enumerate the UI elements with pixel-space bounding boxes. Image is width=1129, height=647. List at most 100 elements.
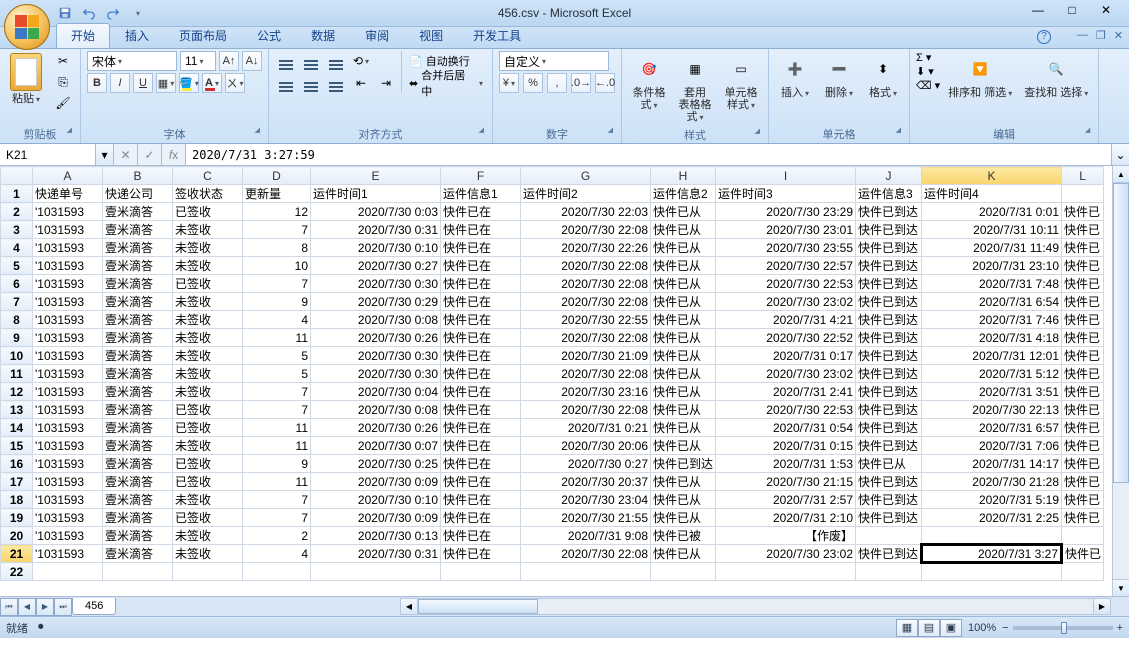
cell[interactable]: 壹米滴答 <box>103 239 173 257</box>
row-header-1[interactable]: 1 <box>1 185 33 203</box>
cell[interactable]: 壹米滴答 <box>103 329 173 347</box>
cell[interactable] <box>33 563 103 581</box>
cell[interactable]: 壹米滴答 <box>103 527 173 545</box>
cell[interactable]: 快件已从 <box>651 491 716 509</box>
cell[interactable]: 壹米滴答 <box>103 365 173 383</box>
page-break-view-button[interactable]: ▣ <box>940 619 962 637</box>
cell[interactable]: 2020/7/31 0:15 <box>716 437 856 455</box>
cell[interactable]: 壹米滴答 <box>103 491 173 509</box>
cell[interactable]: 运件时间4 <box>922 185 1062 203</box>
cell[interactable]: 未签收 <box>173 383 243 401</box>
row-header-9[interactable]: 9 <box>1 329 33 347</box>
cell[interactable]: 快件已到达 <box>856 347 922 365</box>
cell[interactable]: 2020/7/30 23:02 <box>716 545 856 563</box>
cell[interactable] <box>1062 563 1104 581</box>
cut-icon[interactable]: ✂ <box>52 51 74 71</box>
decrease-indent[interactable]: ⇤ <box>350 73 372 93</box>
cell[interactable]: 7 <box>243 275 311 293</box>
column-header-C[interactable]: C <box>173 167 243 185</box>
cell[interactable] <box>651 563 716 581</box>
cell[interactable]: 快件已 <box>1062 239 1104 257</box>
cell[interactable] <box>311 563 441 581</box>
row-header-4[interactable]: 4 <box>1 239 33 257</box>
row-header-21[interactable]: 21 <box>1 545 33 563</box>
cell[interactable]: 快件已 <box>1062 221 1104 239</box>
cell[interactable]: 2020/7/30 0:10 <box>311 491 441 509</box>
cell[interactable]: 快件已从 <box>651 365 716 383</box>
cell[interactable]: 5 <box>243 365 311 383</box>
row-header-17[interactable]: 17 <box>1 473 33 491</box>
cell[interactable]: 快件已 <box>1062 329 1104 347</box>
cell[interactable]: 快件已 <box>1062 545 1104 563</box>
cell[interactable]: 快件已在 <box>441 419 521 437</box>
cell[interactable]: 2020/7/30 0:13 <box>311 527 441 545</box>
cell[interactable]: 快件已 <box>1062 257 1104 275</box>
row-header-5[interactable]: 5 <box>1 257 33 275</box>
cell[interactable]: 壹米滴答 <box>103 293 173 311</box>
cell[interactable]: 2020/7/30 22:08 <box>521 329 651 347</box>
increase-decimal[interactable]: .0→ <box>571 73 591 93</box>
tab-home[interactable]: 开始 <box>56 23 110 48</box>
cell[interactable]: 2020/7/30 23:04 <box>521 491 651 509</box>
cell[interactable]: 2020/7/30 0:31 <box>311 545 441 563</box>
cell[interactable]: 壹米滴答 <box>103 473 173 491</box>
cell[interactable] <box>1062 185 1104 203</box>
cell[interactable]: 快件已 <box>1062 437 1104 455</box>
cell[interactable]: 2020/7/30 21:28 <box>922 473 1062 491</box>
cell[interactable]: 快件已到达 <box>856 401 922 419</box>
cell[interactable] <box>922 563 1062 581</box>
cell[interactable]: 2020/7/30 0:30 <box>311 347 441 365</box>
cell[interactable]: 快件已到达 <box>856 275 922 293</box>
fill-color-button[interactable]: 🪣 <box>179 73 199 93</box>
sheet-tab[interactable]: 456 <box>72 598 116 615</box>
cell[interactable]: 2020/7/31 2:57 <box>716 491 856 509</box>
cell[interactable]: 2020/7/31 5:12 <box>922 365 1062 383</box>
underline-button[interactable]: U <box>133 73 153 93</box>
cell[interactable]: 2020/7/30 0:27 <box>521 455 651 473</box>
column-header-G[interactable]: G <box>521 167 651 185</box>
cell[interactable]: 2020/7/31 3:51 <box>922 383 1062 401</box>
cell[interactable]: '1031593 <box>33 365 103 383</box>
cell[interactable]: 壹米滴答 <box>103 545 173 563</box>
cell[interactable]: 7 <box>243 401 311 419</box>
row-header-10[interactable]: 10 <box>1 347 33 365</box>
cell[interactable]: 7 <box>243 509 311 527</box>
cell[interactable]: 快件已到达 <box>856 473 922 491</box>
cell[interactable] <box>716 563 856 581</box>
cell[interactable]: 2020/7/30 22:26 <box>521 239 651 257</box>
format-painter-icon[interactable]: 🖌 <box>52 93 74 113</box>
cell[interactable]: 10 <box>243 257 311 275</box>
tab-view[interactable]: 视图 <box>404 23 458 48</box>
cell[interactable]: 2020/7/30 0:08 <box>311 401 441 419</box>
row-header-8[interactable]: 8 <box>1 311 33 329</box>
cell[interactable]: 2020/7/31 0:21 <box>521 419 651 437</box>
cell[interactable]: 2020/7/30 23:16 <box>521 383 651 401</box>
cell[interactable]: 运件时间2 <box>521 185 651 203</box>
cell[interactable]: 快件已到达 <box>856 491 922 509</box>
cell[interactable]: 2020/7/31 12:01 <box>922 347 1062 365</box>
cell[interactable]: 2020/7/30 22:08 <box>521 221 651 239</box>
cell[interactable]: 2020/7/31 7:48 <box>922 275 1062 293</box>
row-header-14[interactable]: 14 <box>1 419 33 437</box>
cell[interactable]: 快件已在 <box>441 545 521 563</box>
cell[interactable]: 9 <box>243 455 311 473</box>
cell[interactable]: 2020/7/30 22:08 <box>521 401 651 419</box>
cell[interactable]: 壹米滴答 <box>103 203 173 221</box>
cell[interactable]: 2020/7/31 10:11 <box>922 221 1062 239</box>
cell[interactable]: 快件已在 <box>441 365 521 383</box>
cell[interactable]: 2020/7/31 23:10 <box>922 257 1062 275</box>
cell[interactable]: 已签收 <box>173 203 243 221</box>
cell[interactable]: 快件已 <box>1062 293 1104 311</box>
align-right[interactable] <box>325 73 347 93</box>
cell[interactable]: 运件信息1 <box>441 185 521 203</box>
italic-button[interactable]: I <box>110 73 130 93</box>
tab-insert[interactable]: 插入 <box>110 23 164 48</box>
cell[interactable]: '1031593 <box>33 509 103 527</box>
cell[interactable]: 签收状态 <box>173 185 243 203</box>
cell[interactable]: 未签收 <box>173 527 243 545</box>
cell[interactable]: 2020/7/31 7:06 <box>922 437 1062 455</box>
name-box-dropdown[interactable]: ▾ <box>96 144 114 165</box>
cell[interactable]: 2020/7/30 0:29 <box>311 293 441 311</box>
cell[interactable]: 2020/7/30 22:53 <box>716 275 856 293</box>
cell[interactable] <box>521 563 651 581</box>
